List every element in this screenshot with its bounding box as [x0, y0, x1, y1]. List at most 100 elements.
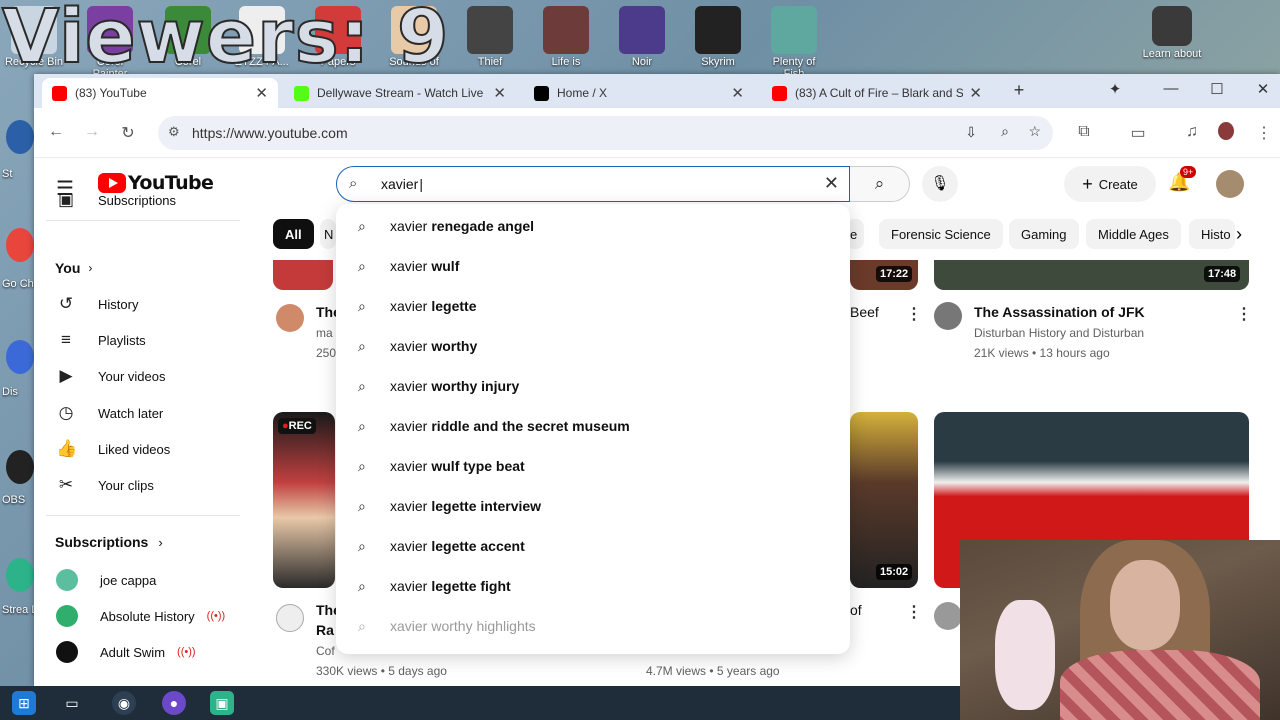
- search-box[interactable]: ⌕ xavier ✕: [336, 166, 850, 202]
- suggestion-item[interactable]: ⌕ xavier worthy: [336, 326, 850, 366]
- channel-avatar[interactable]: [934, 602, 962, 630]
- media-control-icon[interactable]: ♫: [1182, 123, 1202, 141]
- install-app-icon[interactable]: ⇩: [965, 124, 977, 141]
- video-thumbnail[interactable]: [273, 412, 335, 588]
- tab-home-x[interactable]: Home / X ✕: [524, 78, 754, 108]
- video-title-line2[interactable]: Ra: [316, 622, 334, 638]
- site-info-icon[interactable]: ⚙: [168, 124, 180, 140]
- minimize-icon[interactable]: —: [1156, 80, 1186, 97]
- chips-next-arrow-icon[interactable]: ›: [1236, 224, 1242, 245]
- zoom-icon[interactable]: ⌕: [1001, 123, 1009, 140]
- video-channel[interactable]: Disturban History and Disturban: [974, 326, 1144, 340]
- close-window-icon[interactable]: ✕: [1248, 80, 1278, 98]
- desktop-icon-thief[interactable]: Thief: [460, 6, 520, 68]
- suggestion-item[interactable]: ⌕ xavier legette interview: [336, 486, 850, 526]
- tab-title: (83) YouTube: [75, 86, 147, 100]
- suggestion-item[interactable]: ⌕ xavier wulf: [336, 246, 850, 286]
- tab-dellywave-stream[interactable]: Dellywave Stream - Watch Live ✕: [284, 78, 516, 108]
- video-thumbnail[interactable]: [934, 260, 1249, 290]
- back-arrow-icon[interactable]: ←: [46, 123, 66, 141]
- sidebar-channel-adult-swim[interactable]: Adult Swim ((•)): [34, 634, 240, 670]
- desktop-icon-plenty-of-fish[interactable]: Plenty of Fish: [764, 6, 824, 80]
- notifications-button[interactable]: 🔔 9+: [1168, 166, 1197, 193]
- desktop-left-app-icon[interactable]: [6, 120, 34, 154]
- sidebar-subscriptions-heading[interactable]: Subscriptions ›: [34, 524, 240, 560]
- chip-all[interactable]: All: [273, 219, 314, 249]
- sidebar-channel-absolute-history[interactable]: Absolute History ((•)): [34, 598, 240, 634]
- video-menu-icon[interactable]: ⋮: [906, 602, 922, 622]
- obs-icon[interactable]: [6, 450, 34, 484]
- sidebar-item-watch-later[interactable]: ◷ Watch later: [34, 395, 240, 431]
- chrome-icon[interactable]: [6, 228, 34, 262]
- bookmark-star-icon[interactable]: ☆: [1028, 123, 1041, 140]
- channel-avatar[interactable]: [276, 604, 304, 632]
- more-menu-icon[interactable]: ⋮: [1254, 123, 1274, 143]
- sidebar-item-your-clips[interactable]: ✂ Your clips: [34, 467, 240, 503]
- tab-cult-of-fire[interactable]: (83) A Cult of Fire – Blark and S ✕: [762, 78, 992, 108]
- chip-partial[interactable]: N: [320, 219, 336, 249]
- profile-avatar-icon[interactable]: [1218, 122, 1234, 140]
- desktop-icon-skyrim[interactable]: Skyrim: [688, 6, 748, 68]
- discord-icon[interactable]: [6, 340, 34, 374]
- desktop-icon-learn-about[interactable]: Learn about: [1140, 6, 1204, 60]
- new-tab-button[interactable]: +: [1004, 80, 1034, 101]
- copilot-icon[interactable]: ✦: [1100, 80, 1130, 98]
- maximize-icon[interactable]: ☐: [1202, 80, 1232, 98]
- suggestion-item[interactable]: ⌕ xavier legette: [336, 286, 850, 326]
- streamlabs-taskbar-icon[interactable]: ▣: [210, 691, 234, 715]
- search-button[interactable]: ⌕: [850, 166, 910, 202]
- video-channel[interactable]: Cof: [316, 644, 335, 658]
- sidebar-item-liked-videos[interactable]: 👍 Liked videos: [34, 431, 240, 467]
- account-avatar[interactable]: [1216, 170, 1244, 198]
- desktop-icon-noir[interactable]: Noir: [612, 6, 672, 68]
- forward-arrow-icon[interactable]: →: [82, 123, 102, 141]
- close-tab-icon[interactable]: ✕: [969, 84, 982, 102]
- channel-avatar[interactable]: [934, 302, 962, 330]
- app-taskbar-icon[interactable]: ●: [162, 691, 186, 715]
- voice-search-button[interactable]: 🎙: [922, 166, 958, 202]
- windows-start-icon[interactable]: ⊞: [12, 691, 36, 715]
- desktop-icon-life-is[interactable]: Life is: [536, 6, 596, 68]
- reload-icon[interactable]: ↻: [118, 123, 138, 143]
- suggestion-item[interactable]: ⌕ xavier legette accent: [336, 526, 850, 566]
- chip-middle-ages[interactable]: Middle Ages: [1086, 219, 1181, 249]
- suggestion-item[interactable]: ⌕ xavier riddle and the secret museum: [336, 406, 850, 446]
- desktop-left-label: Go Ch: [2, 278, 34, 290]
- close-tab-icon[interactable]: ✕: [255, 84, 268, 102]
- task-view-icon[interactable]: ▭: [60, 691, 84, 715]
- close-tab-icon[interactable]: ✕: [493, 84, 506, 102]
- chip-forensic-science[interactable]: Forensic Science: [879, 219, 1003, 249]
- split-screen-icon[interactable]: ▭: [1128, 123, 1148, 143]
- extensions-icon[interactable]: ⧉: [1074, 123, 1094, 141]
- video-title[interactable]: Beef: [850, 304, 879, 320]
- create-button[interactable]: + Create: [1064, 166, 1156, 202]
- channel-avatar[interactable]: [276, 304, 304, 332]
- video-title[interactable]: of: [850, 602, 862, 618]
- video-title[interactable]: The Assassination of JFK: [974, 304, 1145, 320]
- video-channel[interactable]: ma: [316, 326, 333, 340]
- suggestion-item[interactable]: ⌕ xavier worthy injury: [336, 366, 850, 406]
- video-menu-icon[interactable]: ⋮: [906, 304, 922, 324]
- streamlabs-icon[interactable]: [6, 558, 34, 592]
- suggestion-item[interactable]: ⌕ xavier wulf type beat: [336, 446, 850, 486]
- video-thumbnail[interactable]: [273, 260, 333, 290]
- suggestion-item[interactable]: ⌕ xavier legette fight: [336, 566, 850, 606]
- sidebar-item-your-videos[interactable]: ▶ Your videos: [34, 358, 240, 394]
- video-menu-icon[interactable]: ⋮: [1236, 304, 1252, 324]
- clear-search-icon[interactable]: ✕: [824, 173, 839, 194]
- address-bar[interactable]: ⚙ https://www.youtube.com ⇩ ⌕ ☆: [158, 116, 1053, 150]
- chip-history[interactable]: Histo: [1189, 219, 1235, 249]
- chrome-taskbar-icon[interactable]: ◉: [112, 691, 136, 715]
- suggestion-item[interactable]: ⌕ xavier renegade angel: [336, 206, 850, 246]
- chip-gaming[interactable]: Gaming: [1009, 219, 1079, 249]
- sidebar-item-history[interactable]: ↺ History: [34, 286, 240, 322]
- video-thumbnail[interactable]: [850, 412, 918, 588]
- sidebar-item-subscriptions-partial[interactable]: ▣ Subscriptions: [34, 192, 240, 208]
- suggestion-item[interactable]: ⌕ xavier worthy highlights: [336, 606, 850, 646]
- sidebar-item-playlists[interactable]: ≡ Playlists: [34, 322, 240, 358]
- close-tab-icon[interactable]: ✕: [731, 84, 744, 102]
- sidebar-channel-joe-cappa[interactable]: joe cappa: [34, 562, 240, 598]
- sidebar-you[interactable]: You ›: [34, 250, 240, 286]
- tab-youtube[interactable]: (83) YouTube ✕: [42, 78, 278, 108]
- search-input[interactable]: xavier: [381, 176, 423, 192]
